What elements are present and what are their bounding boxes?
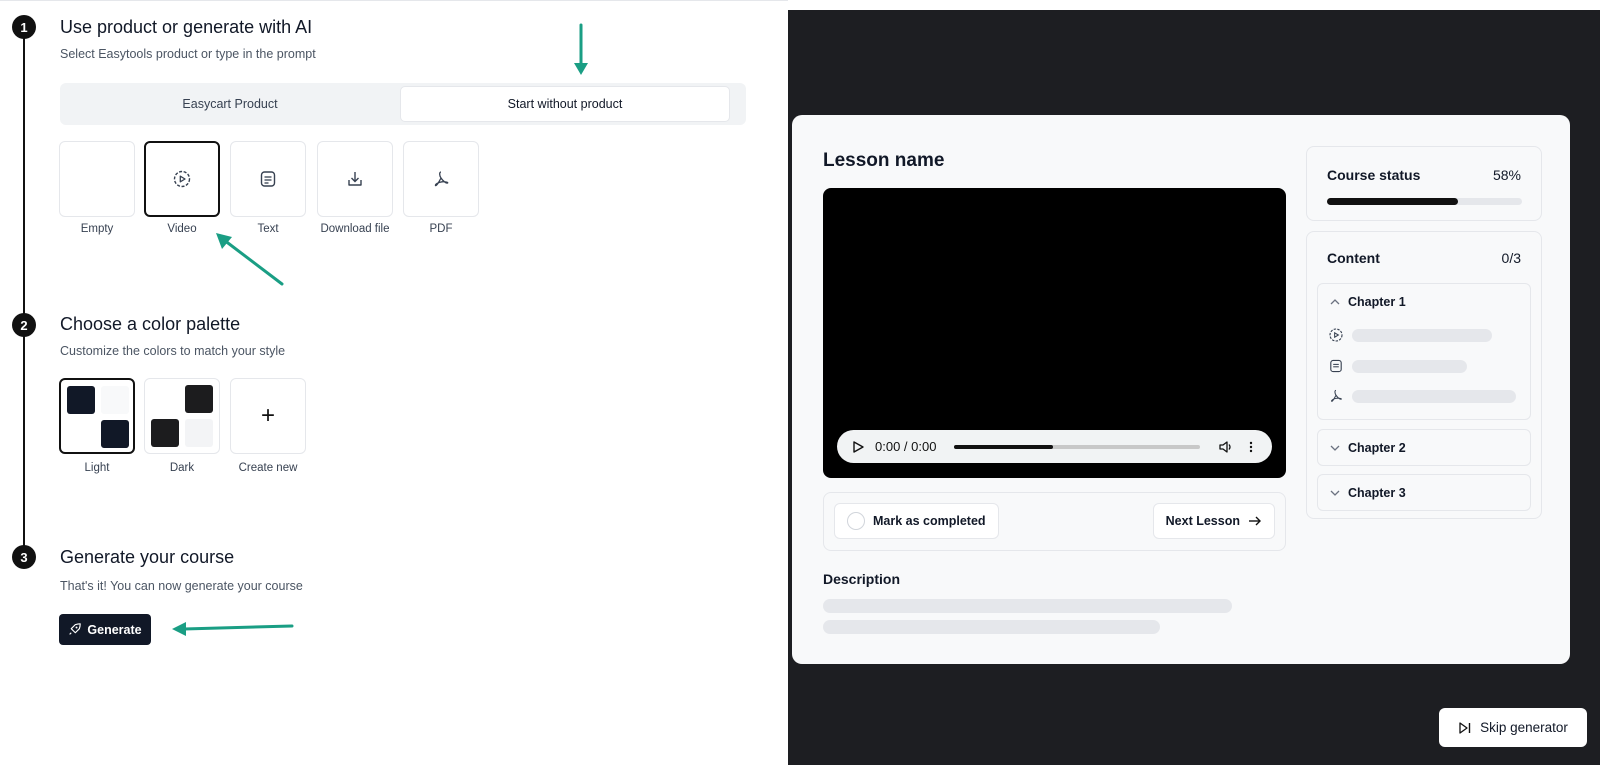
skip-icon (1459, 721, 1471, 734)
volume-icon[interactable] (1218, 440, 1234, 454)
lesson-actions: Mark as completed Next Lesson (823, 492, 1286, 551)
video-progress-fill (954, 444, 1053, 449)
description-placeholder-line (823, 620, 1160, 634)
lesson-type-text[interactable] (230, 141, 306, 217)
arrow-up-left-icon (216, 233, 284, 286)
palette-swatch-dark (185, 385, 213, 413)
steps-timeline (23, 29, 25, 557)
course-progress-fill (1327, 198, 1458, 205)
palette-dark[interactable] (144, 378, 220, 454)
video-controls: 0:00 / 0:00 (837, 430, 1272, 463)
mark-completed-button[interactable]: Mark as completed (834, 503, 999, 539)
palette-swatch-dark (151, 419, 179, 447)
next-lesson-label: Next Lesson (1165, 514, 1240, 528)
course-content-box: Content 0/3 Chapter 1 Chapter 2 Chapter … (1306, 231, 1542, 519)
palette-swatch-dark (101, 420, 129, 448)
step-3-title: Generate your course (60, 547, 235, 567)
course-status-label: Course status (1327, 167, 1421, 183)
chapter-2-title: Chapter 2 (1348, 441, 1406, 455)
plus-icon: + (260, 402, 275, 429)
chevron-down-icon (1330, 445, 1340, 451)
step-3-number: 3 (12, 545, 36, 569)
chapter-1-header[interactable]: Chapter 1 (1330, 295, 1406, 309)
chapter-3-collapsed[interactable]: Chapter 3 (1317, 474, 1531, 511)
step-2-title: Choose a color palette (60, 314, 241, 334)
tab-start-without-product[interactable]: Start without product (400, 86, 730, 122)
chapter-lesson-video[interactable] (1328, 327, 1492, 343)
step-2-subtitle: Customize the colors to match your style (60, 344, 286, 358)
video-time: 0:00 / 0:00 (875, 439, 937, 454)
generate-button[interactable]: Generate (59, 614, 151, 645)
content-count: 0/3 (1501, 250, 1521, 266)
download-icon (348, 172, 362, 186)
play-icon[interactable] (851, 440, 865, 454)
step-3-subtitle: That's it! You can now generate your cou… (60, 579, 303, 593)
chapter-1-title: Chapter 1 (1348, 295, 1406, 309)
lesson-title: Lesson name (823, 150, 945, 171)
lesson-type-pdf-label: PDF (429, 223, 453, 235)
palette-dark-label: Dark (169, 462, 195, 474)
chapter-2-collapsed[interactable]: Chapter 2 (1317, 429, 1531, 466)
generator-panel: 1 Use product or generate with AI Select… (0, 0, 788, 765)
course-status-value: 58% (1492, 167, 1521, 183)
palette-swatch-light (185, 419, 213, 447)
completed-radio-icon (847, 512, 865, 530)
lesson-type-empty[interactable] (59, 141, 135, 217)
chevron-up-icon (1330, 299, 1340, 305)
tab-easycart-product[interactable]: Easycart Product (63, 86, 397, 122)
video-icon (173, 170, 191, 188)
chapter-lesson-pdf[interactable] (1328, 388, 1516, 404)
lesson-type-video[interactable] (144, 141, 220, 217)
chapter-lesson-text[interactable] (1328, 358, 1467, 374)
lesson-placeholder (1352, 328, 1492, 342)
chapter-2-header[interactable]: Chapter 2 (1330, 441, 1406, 455)
rocket-icon (69, 623, 82, 635)
description-placeholder-line (823, 599, 1232, 613)
course-status-box: Course status 58% (1306, 146, 1542, 221)
palette-swatch-white (67, 420, 95, 448)
generate-label: Generate (87, 622, 142, 637)
palette-swatch-light (101, 386, 129, 414)
lesson-placeholder (1352, 389, 1516, 403)
video-icon (1329, 328, 1343, 342)
arrow-left-icon (172, 622, 294, 636)
step-1-title: Use product or generate with AI (60, 17, 313, 37)
skip-generator-button[interactable]: Skip generator (1439, 708, 1587, 747)
palette-light[interactable] (59, 378, 135, 454)
text-icon (1330, 359, 1342, 373)
palette-create-new[interactable]: + (230, 378, 306, 454)
video-progress-bar[interactable] (954, 444, 1200, 449)
step-1-number: 1 (12, 15, 36, 39)
content-label: Content (1327, 250, 1380, 266)
arrow-down-icon (574, 23, 588, 75)
palette-swatch-dark (67, 386, 95, 414)
palette-create-new-label: Create new (238, 462, 298, 474)
chapter-3-title: Chapter 3 (1348, 486, 1406, 500)
product-source-toggle: Easycart Product Start without product (60, 83, 746, 125)
palette-swatch-white (151, 385, 179, 413)
lesson-placeholder (1352, 359, 1467, 373)
step-2-number: 2 (12, 313, 36, 337)
lesson-type-download-file[interactable] (317, 141, 393, 217)
text-icon (260, 171, 276, 187)
mark-completed-label: Mark as completed (873, 514, 986, 528)
step-1-subtitle: Select Easytools product or type in the … (60, 47, 316, 61)
arrow-right-icon (1249, 516, 1261, 526)
chapter-1-expanded[interactable]: Chapter 1 (1317, 283, 1531, 420)
lesson-type-download-label: Download file (320, 223, 390, 235)
description-label: Description (823, 571, 901, 587)
chevron-down-icon (1330, 490, 1340, 496)
pdf-icon (1331, 389, 1342, 402)
course-progress-bar (1327, 198, 1522, 205)
lesson-type-pdf[interactable] (403, 141, 479, 217)
more-options-icon[interactable] (1244, 440, 1258, 454)
pdf-icon (434, 171, 449, 187)
skip-generator-label: Skip generator (1480, 720, 1568, 735)
chapter-3-header[interactable]: Chapter 3 (1330, 486, 1406, 500)
next-lesson-button[interactable]: Next Lesson (1152, 503, 1275, 539)
